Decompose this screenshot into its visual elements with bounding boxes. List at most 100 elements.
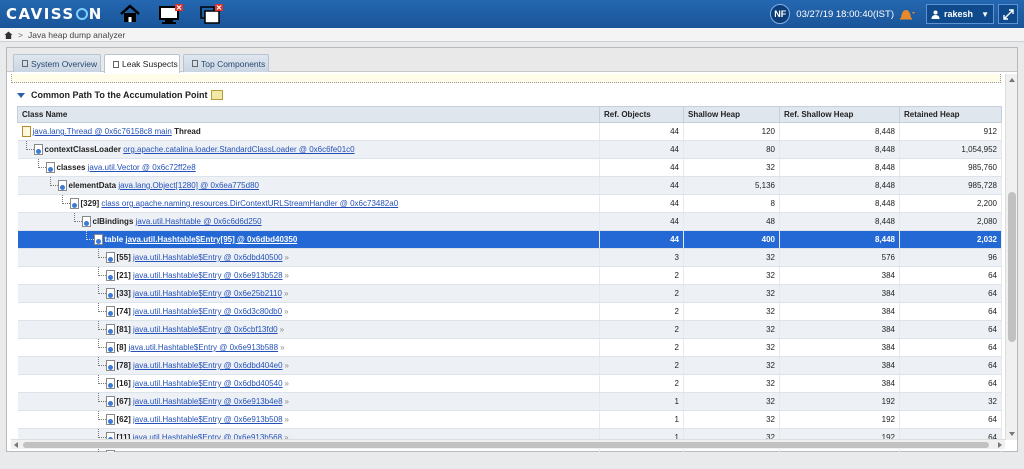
class-name-cell[interactable]: clBindings java.util.Hashtable @ 0x6c6d6…: [17, 212, 600, 231]
object-link[interactable]: java.util.Hashtable$Entry @ 0x6dbd40500: [133, 253, 283, 262]
expand-more-icon[interactable]: »: [285, 253, 289, 262]
expand-more-icon[interactable]: »: [280, 325, 284, 334]
tree-connector: [73, 221, 82, 222]
table-row[interactable]: classes java.util.Vector @ 0x6c72ff2e8 44…: [17, 158, 1002, 177]
class-name-cell[interactable]: [21] java.util.Hashtable$Entry @ 0x6e913…: [17, 266, 600, 285]
object-link[interactable]: java.lang.Object[1280] @ 0x6ea775d80: [118, 181, 259, 190]
scroll-left-icon[interactable]: [14, 442, 18, 448]
col-ref-shallow-heap[interactable]: Ref. Shallow Heap: [779, 106, 900, 123]
object-link[interactable]: class org.apache.naming.resources.DirCon…: [101, 199, 398, 208]
user-initials-badge[interactable]: NF: [770, 4, 791, 24]
class-name-cell[interactable]: [33] java.util.Hashtable$Entry @ 0x6e25b…: [17, 284, 600, 303]
object-link[interactable]: java.util.Hashtable$Entry @ 0x6d3c80db0: [133, 307, 282, 316]
expand-more-icon[interactable]: »: [282, 451, 286, 452]
vertical-scrollbar[interactable]: [1005, 74, 1017, 440]
table-row[interactable]: [81] java.util.Hashtable$Entry @ 0x6cbf1…: [17, 320, 1002, 339]
object-link[interactable]: java.util.Hashtable$Entry @ 0x6e913b588: [129, 343, 279, 352]
col-ref-objects[interactable]: Ref. Objects: [599, 106, 684, 123]
monitor-alert-icon[interactable]: [158, 4, 183, 24]
table-row[interactable]: [67] java.util.Hashtable$Entry @ 0x6e913…: [17, 392, 1002, 411]
retained-heap-cell: 64: [899, 338, 1002, 357]
table-row[interactable]: [62] java.util.Hashtable$Entry @ 0x6e913…: [17, 410, 1002, 429]
object-link[interactable]: java.lang.Thread @ 0x6c76158c8 main: [33, 127, 172, 136]
scroll-right-icon[interactable]: [998, 442, 1002, 448]
object-link[interactable]: java.util.Hashtable @ 0x6c6d6d250: [136, 217, 262, 226]
fullscreen-button[interactable]: [998, 4, 1018, 24]
expand-more-icon[interactable]: »: [285, 271, 289, 280]
expand-more-icon[interactable]: »: [285, 361, 289, 370]
table-row[interactable]: [21] java.util.Hashtable$Entry @ 0x6e913…: [17, 266, 1002, 285]
object-link[interactable]: java.util.Hashtable$Entry @ 0x6e913b528: [133, 271, 283, 280]
table-row[interactable]: [16] java.util.Hashtable$Entry @ 0x6dbd4…: [17, 374, 1002, 393]
object-link[interactable]: org.apache.catalina.loader.StandardClass…: [123, 145, 354, 154]
object-link[interactable]: java.util.Hashtable$Entry @ 0x6cbf13fd0: [133, 325, 278, 334]
user-menu-button[interactable]: rakesh ▼: [926, 4, 994, 24]
class-name-cell[interactable]: [78] java.util.Hashtable$Entry @ 0x6dbd4…: [17, 356, 600, 375]
object-link[interactable]: java.util.Hashtable$Entry[95] @ 0x6dbd40…: [125, 235, 297, 244]
shallow-heap-cell: 32: [683, 374, 780, 393]
expand-more-icon[interactable]: »: [284, 289, 288, 298]
object-link[interactable]: java.util.Hashtable$Entry @ 0x6e913b508: [133, 415, 283, 424]
tab-leak-suspects[interactable]: Leak Suspects: [104, 54, 180, 73]
section-header[interactable]: Common Path To the Accumulation Point: [17, 88, 223, 102]
table-row[interactable]: [329] class org.apache.naming.resources.…: [17, 194, 1002, 213]
expand-more-icon[interactable]: »: [284, 307, 288, 316]
col-class-name[interactable]: Class Name: [17, 106, 600, 123]
table-row[interactable]: [33] java.util.Hashtable$Entry @ 0x6e25b…: [17, 284, 1002, 303]
expand-more-icon[interactable]: »: [285, 379, 289, 388]
object-link[interactable]: java.util.Hashtable$Entry @ 0x6dbd404e0: [133, 361, 283, 370]
home-icon[interactable]: [119, 4, 141, 24]
class-name-cell[interactable]: [55] java.util.Hashtable$Entry @ 0x6dbd4…: [17, 248, 600, 267]
object-link[interactable]: java.util.Hashtable$Entry @ 0x6cbf14100: [133, 451, 280, 452]
tab-system-overview[interactable]: System Overview: [13, 54, 101, 72]
expand-more-icon[interactable]: »: [285, 397, 289, 406]
home-icon[interactable]: [4, 31, 13, 39]
expand-more-icon[interactable]: »: [280, 343, 284, 352]
table-row[interactable]: clBindings java.util.Hashtable @ 0x6c6d6…: [17, 212, 1002, 231]
breadcrumb-page: Java heap dump analyzer: [27, 29, 126, 40]
vertical-scroll-thumb[interactable]: [1008, 192, 1016, 342]
object-link[interactable]: java.util.Hashtable$Entry @ 0x6dbd40540: [133, 379, 283, 388]
object-link[interactable]: java.util.Hashtable$Entry @ 0x6e913b4e8: [133, 397, 283, 406]
retained-heap-cell: 2,032: [899, 230, 1002, 249]
class-name-cell[interactable]: [329] class org.apache.naming.resources.…: [17, 194, 600, 213]
class-name-cell[interactable]: table java.util.Hashtable$Entry[95] @ 0x…: [17, 230, 600, 249]
horizontal-scroll-thumb[interactable]: [23, 442, 989, 448]
class-name-cell[interactable]: [62] java.util.Hashtable$Entry @ 0x6e913…: [17, 410, 600, 429]
table-row[interactable]: [74] java.util.Hashtable$Entry @ 0x6d3c8…: [17, 302, 1002, 321]
class-name-cell[interactable]: java.lang.Thread @ 0x6c76158c8 main Thre…: [17, 122, 600, 141]
class-name-cell[interactable]: elementData java.lang.Object[1280] @ 0x6…: [17, 176, 600, 195]
col-retained-heap[interactable]: Retained Heap: [899, 106, 1002, 123]
class-name-cell[interactable]: [16] java.util.Hashtable$Entry @ 0x6dbd4…: [17, 374, 600, 393]
object-link[interactable]: java.util.Vector @ 0x6c72ff2e8: [88, 163, 196, 172]
alarm-bell-icon[interactable]: [898, 7, 915, 21]
table-row[interactable]: elementData java.lang.Object[1280] @ 0x6…: [17, 176, 1002, 195]
class-name-cell[interactable]: classes java.util.Vector @ 0x6c72ff2e8: [17, 158, 600, 177]
table-row[interactable]: [55] java.util.Hashtable$Entry @ 0x6dbd4…: [17, 248, 1002, 267]
col-shallow-heap[interactable]: Shallow Heap: [683, 106, 780, 123]
scroll-up-icon[interactable]: [1009, 78, 1015, 82]
expand-more-icon[interactable]: »: [285, 415, 289, 424]
class-name-cell[interactable]: [8] java.util.Hashtable$Entry @ 0x6e913b…: [17, 338, 600, 357]
table-row[interactable]: contextClassLoader org.apache.catalina.l…: [17, 140, 1002, 159]
table-row[interactable]: [78] java.util.Hashtable$Entry @ 0x6dbd4…: [17, 356, 1002, 375]
class-name-cell[interactable]: [74] java.util.Hashtable$Entry @ 0x6d3c8…: [17, 302, 600, 321]
thread-icon: [21, 126, 31, 137]
object-link[interactable]: java.util.Hashtable$Entry @ 0x6e25b2110: [133, 289, 282, 298]
class-name-cell[interactable]: [81] java.util.Hashtable$Entry @ 0x6cbf1…: [17, 320, 600, 339]
class-name-cell[interactable]: contextClassLoader org.apache.catalina.l…: [17, 140, 600, 159]
scroll-down-icon[interactable]: [1009, 432, 1015, 436]
windows-alert-icon[interactable]: [199, 4, 223, 24]
class-name-cell[interactable]: [67] java.util.Hashtable$Entry @ 0x6e913…: [17, 392, 600, 411]
table-row[interactable]: [8] java.util.Hashtable$Entry @ 0x6e913b…: [17, 338, 1002, 357]
retained-heap-cell: 64: [899, 356, 1002, 375]
collapse-triangle-icon[interactable]: [17, 92, 25, 98]
horizontal-scrollbar[interactable]: [11, 439, 1005, 449]
export-icon[interactable]: [210, 90, 223, 100]
object-instance-icon: [45, 162, 55, 173]
tab-top-components[interactable]: Top Components: [183, 54, 269, 72]
table-row[interactable]: java.lang.Thread @ 0x6c76158c8 main Thre…: [17, 122, 1002, 141]
cavisson-logo[interactable]: CAVISS N: [6, 5, 103, 23]
table-row[interactable]: table java.util.Hashtable$Entry[95] @ 0x…: [17, 230, 1002, 249]
ref-objects-cell: 44: [599, 176, 684, 195]
